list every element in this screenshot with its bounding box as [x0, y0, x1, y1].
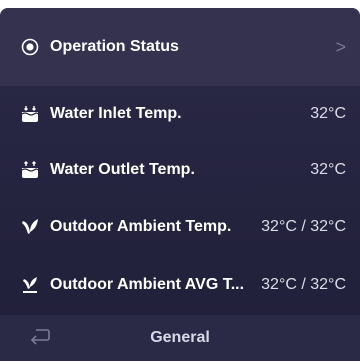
- leaf-avg-icon: [20, 275, 40, 295]
- row-water-outlet[interactable]: Water Outlet Temp. 32°C: [0, 142, 360, 198]
- row-operation-status[interactable]: Operation Status >: [0, 8, 360, 86]
- row-value: 32°C / 32°C: [261, 218, 346, 235]
- row-label: Water Outlet Temp.: [50, 161, 195, 178]
- row-value: 32°C: [310, 161, 346, 178]
- water-inlet-icon: [20, 104, 40, 124]
- row-outdoor-ambient[interactable]: Outdoor Ambient Temp. 32°C / 32°C: [0, 198, 360, 256]
- row-label: Operation Status: [50, 38, 179, 55]
- row-label: Outdoor Ambient AVG T...: [50, 276, 245, 293]
- row-outdoor-ambient-avg[interactable]: Outdoor Ambient AVG T... 32°C / 32°C: [0, 256, 360, 314]
- row-label: Outdoor Ambient Temp.: [50, 218, 232, 235]
- radio-status-icon: [20, 37, 40, 57]
- settings-screen: Operation Status > Water Inlet Temp. 32°…: [0, 8, 360, 361]
- page-title: General: [150, 329, 210, 346]
- row-value: 32°C: [310, 105, 346, 122]
- row-label: Water Inlet Temp.: [50, 105, 182, 122]
- back-arrow-icon[interactable]: [24, 325, 54, 351]
- water-outlet-icon: [20, 160, 40, 180]
- leaf-icon: [20, 217, 40, 237]
- row-value: 32°C / 32°C: [261, 276, 346, 293]
- bottom-bar: General: [0, 315, 360, 361]
- chevron-right-icon: >: [335, 36, 346, 57]
- row-water-inlet[interactable]: Water Inlet Temp. 32°C: [0, 86, 360, 142]
